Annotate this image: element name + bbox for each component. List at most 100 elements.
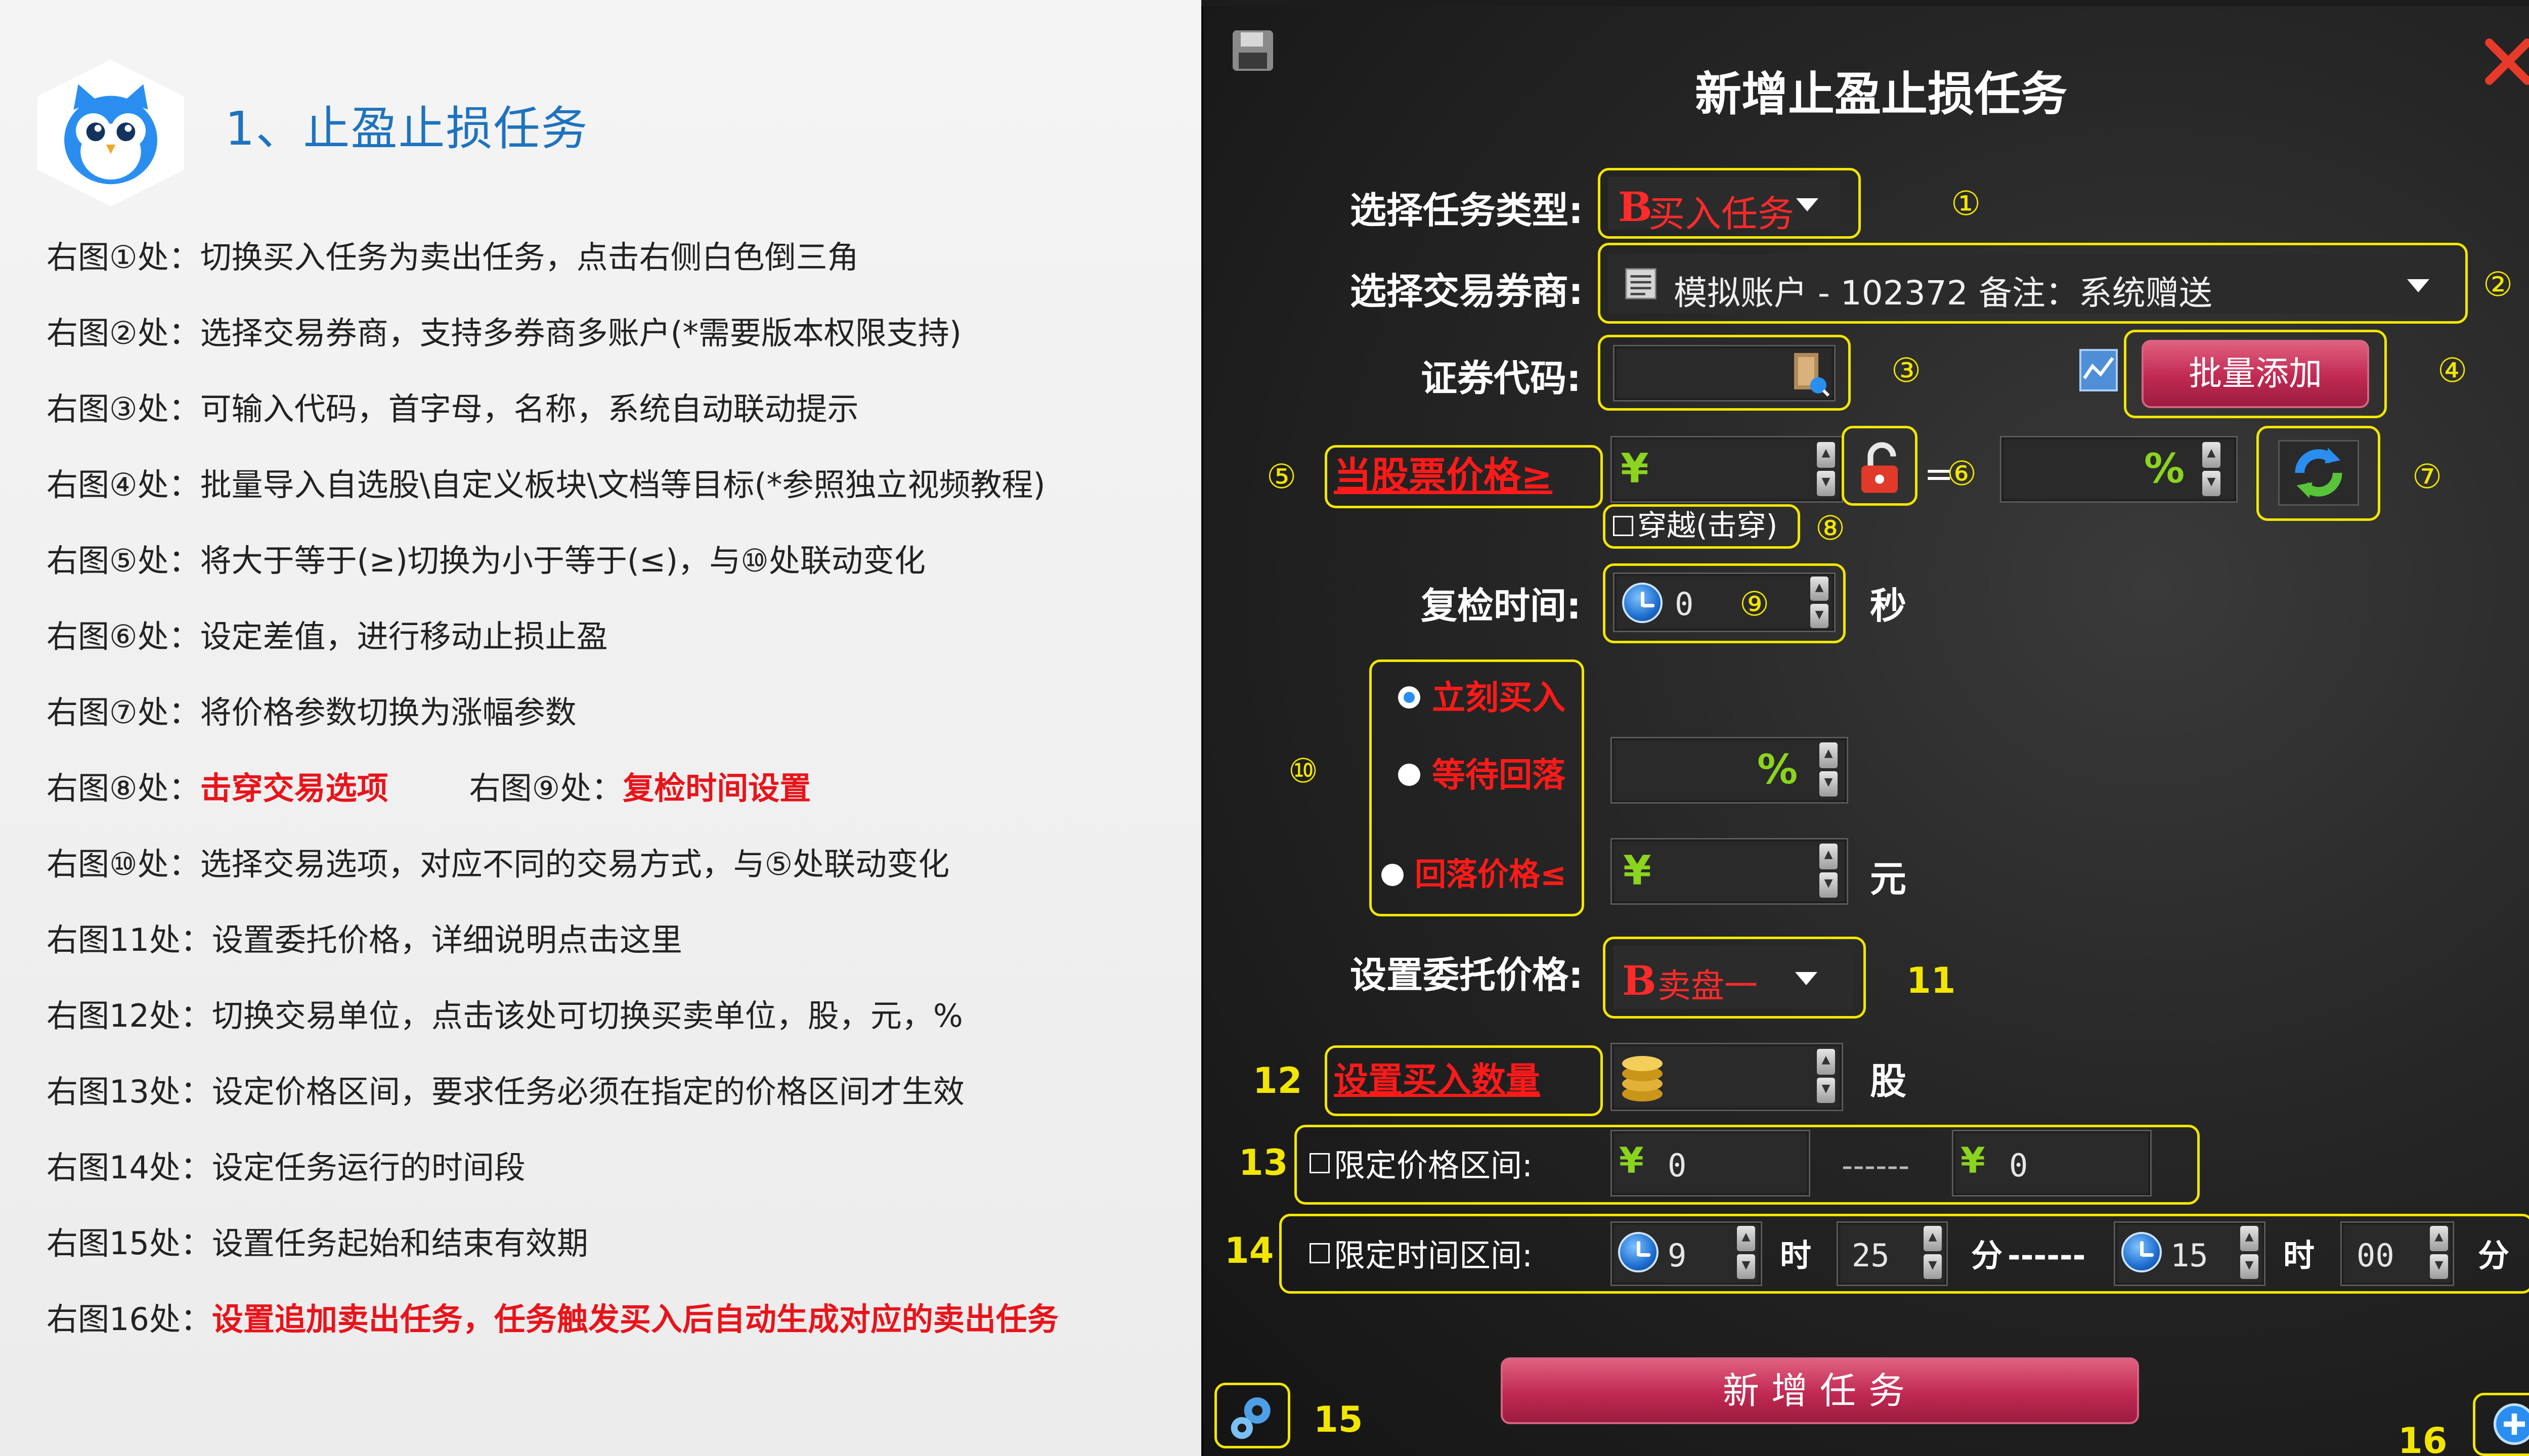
opt-wait-label[interactable]: 等待回落 — [1432, 759, 1565, 792]
radio-fallback[interactable] — [1381, 864, 1404, 886]
note-13: 右图13处：设定价格区间，要求任务必须在指定的价格区间才生效 — [47, 1073, 965, 1110]
note-1: 右图①处：切换买入任务为卖出任务，点击右侧白色倒三角 — [47, 239, 859, 276]
note-8-prefix: 右图⑧处： — [47, 770, 200, 807]
start-hour-value: 9 — [1668, 1237, 1687, 1274]
hour-unit: 时 — [1780, 1237, 1812, 1274]
yuan-unit: 元 — [1870, 858, 1907, 900]
entrust-price-value: 卖盘一 — [1658, 966, 1758, 1005]
price-range-label: 限定价格区间: — [1334, 1147, 1533, 1184]
broker-select[interactable]: 模拟账户 - 102372 备注：系统赠送 — [1608, 254, 2458, 314]
marker-3: ③ — [1891, 351, 1922, 390]
quantity-unit-toggle[interactable]: 设置买入数量 — [1334, 1063, 1540, 1097]
marker-16: 16 — [2398, 1420, 2448, 1456]
marker-14: 14 — [1225, 1230, 1274, 1271]
chevron-down-icon[interactable] — [1796, 198, 1818, 211]
refresh-icon[interactable] — [2278, 440, 2359, 506]
yen-symbol: ¥ — [1621, 445, 1649, 492]
add-task-button[interactable]: 新增任务 — [1501, 1357, 2139, 1424]
note-11: 右图11处：设置委托价格，详细说明点击这里 — [47, 921, 682, 958]
wait-percent-input[interactable] — [1610, 737, 1848, 804]
hour-unit: 时 — [2283, 1237, 2315, 1274]
task-type-label: 选择任务类型: — [1350, 189, 1583, 232]
recheck-value: 0 — [1675, 586, 1694, 623]
marker-4: ④ — [2437, 351, 2468, 390]
start-minute-value: 25 — [1852, 1237, 1890, 1274]
end-minute-value: 00 — [2357, 1237, 2394, 1274]
note-4: 右图④处：批量导入自选股\自定义板块\文档等目标(*参照独立视频教程) — [47, 466, 1045, 503]
marker-6: ⑥ — [1947, 454, 1977, 493]
broker-value: 模拟账户 - 102372 备注：系统赠送 — [1674, 274, 2212, 313]
note-9-highlight: 复检时间设置 — [623, 770, 811, 807]
time-range-label: 限定时间区间: — [1334, 1237, 1533, 1274]
note-10: 右图⑩处：选择交易选项，对应不同的交易方式，与⑤处联动变化 — [47, 846, 950, 883]
quantity-stepper[interactable]: ▲ ▼ — [1817, 1049, 1835, 1105]
yen-symbol: ¥ — [1960, 1140, 1985, 1181]
note-15: 右图15处：设置任务起始和结束有效期 — [47, 1225, 588, 1262]
seconds-unit: 秒 — [1870, 585, 1907, 627]
buy-prefix: B — [1622, 957, 1656, 1004]
shares-unit: 股 — [1870, 1060, 1907, 1102]
account-list-icon — [1625, 268, 1656, 299]
fallback-stepper[interactable]: ▲ ▼ — [1819, 844, 1838, 899]
marker-1: ① — [1951, 184, 1981, 223]
recheck-stepper[interactable]: ▲ ▼ — [1810, 577, 1828, 629]
price-stepper[interactable]: ▲ ▼ — [1817, 442, 1835, 498]
minute-unit: 分 — [1971, 1237, 2003, 1274]
task-type-select[interactable]: B 买入任务 — [1608, 177, 1841, 235]
new-task-dialog: 新增止盈止损任务 选择任务类型: B 买入任务 ① 选择交易券商: 模拟账户 -… — [1201, 6, 2529, 1456]
note-16-highlight: 设置追加卖出任务，任务触发买入后自动生成对应的卖出任务 — [211, 1301, 1059, 1338]
plus-icon[interactable] — [2493, 1403, 2529, 1445]
batch-add-button[interactable]: 批量添加 — [2142, 340, 2369, 408]
note-8-highlight: 击穿交易选项 — [200, 770, 388, 807]
clock-icon — [2121, 1232, 2162, 1272]
gears-icon[interactable] — [1227, 1391, 1279, 1443]
radio-wait[interactable] — [1398, 764, 1420, 786]
note-6: 右图⑥处：设定差值，进行移动止损止盈 — [47, 618, 608, 655]
wait-stepper[interactable]: ▲ ▼ — [1819, 742, 1838, 798]
marker-15: 15 — [1314, 1399, 1363, 1440]
opt-immediate-label[interactable]: 立刻买入 — [1432, 681, 1565, 715]
lock-icon[interactable] — [1857, 440, 1902, 496]
code-label: 证券代码: — [1421, 357, 1581, 400]
marker-7: ⑦ — [2412, 457, 2443, 496]
note-7: 右图⑦处：将价格参数切换为涨幅参数 — [47, 694, 577, 731]
buy-prefix: B — [1618, 183, 1652, 231]
note-8-9: 右图⑧处：击穿交易选项 右图⑨处：复检时间设置 — [47, 773, 811, 804]
marker-11: 11 — [1906, 960, 1956, 1001]
clock-icon — [1622, 583, 1663, 623]
marker-12: 12 — [1253, 1060, 1302, 1101]
note-16-prefix: 右图16处： — [47, 1301, 212, 1338]
clock-icon — [1618, 1232, 1659, 1272]
cross-checkbox[interactable] — [1613, 516, 1633, 536]
price-condition-toggle[interactable]: 当股票价格≥ — [1334, 457, 1552, 495]
start-minute-stepper[interactable]: ▲ ▼ — [1924, 1226, 1942, 1281]
end-hour-stepper[interactable]: ▲ ▼ — [2240, 1226, 2258, 1281]
note-2: 右图②处：选择交易券商，支持多券商多账户(*需要版本权限支持) — [47, 315, 962, 351]
start-hour-stepper[interactable]: ▲ ▼ — [1737, 1226, 1755, 1281]
stock-search-icon[interactable] — [1790, 348, 1830, 399]
end-minute-stepper[interactable]: ▲ ▼ — [2430, 1226, 2448, 1281]
range-dash: ------ — [1842, 1147, 1910, 1184]
note-5: 右图⑤处：将大于等于(≥)切换为小于等于(≤)，与⑩处联动变化 — [47, 542, 926, 579]
chart-icon[interactable] — [2078, 345, 2119, 395]
chevron-down-icon[interactable] — [2407, 279, 2429, 292]
opt-fallback-label[interactable]: 回落价格≤ — [1415, 859, 1566, 890]
close-icon[interactable] — [2483, 36, 2529, 87]
price-range-checkbox[interactable] — [1310, 1153, 1330, 1173]
yen-symbol: ¥ — [1619, 1140, 1644, 1181]
entrust-price-select[interactable]: B 卖盘一 — [1613, 946, 1853, 1009]
owl-logo-icon — [37, 60, 184, 206]
dialog-title: 新增止盈止损任务 — [1694, 67, 2067, 121]
time-range-checkbox[interactable] — [1310, 1243, 1330, 1263]
percent-symbol: % — [2144, 445, 2185, 492]
chevron-down-icon[interactable] — [1795, 972, 1817, 985]
percent-symbol: % — [1757, 746, 1798, 793]
task-type-value: 买入任务 — [1648, 193, 1795, 235]
marker-13: 13 — [1239, 1142, 1288, 1183]
note-14: 右图14处：设定任务运行的时间段 — [47, 1149, 526, 1186]
note-16: 右图16处：设置追加卖出任务，任务触发买入后自动生成对应的卖出任务 — [47, 1304, 1059, 1335]
diff-stepper[interactable]: ▲ ▼ — [2202, 442, 2220, 498]
radio-immediate[interactable] — [1398, 686, 1420, 709]
end-hour-value: 15 — [2170, 1237, 2208, 1274]
marker-9: ⑨ — [1739, 585, 1770, 624]
